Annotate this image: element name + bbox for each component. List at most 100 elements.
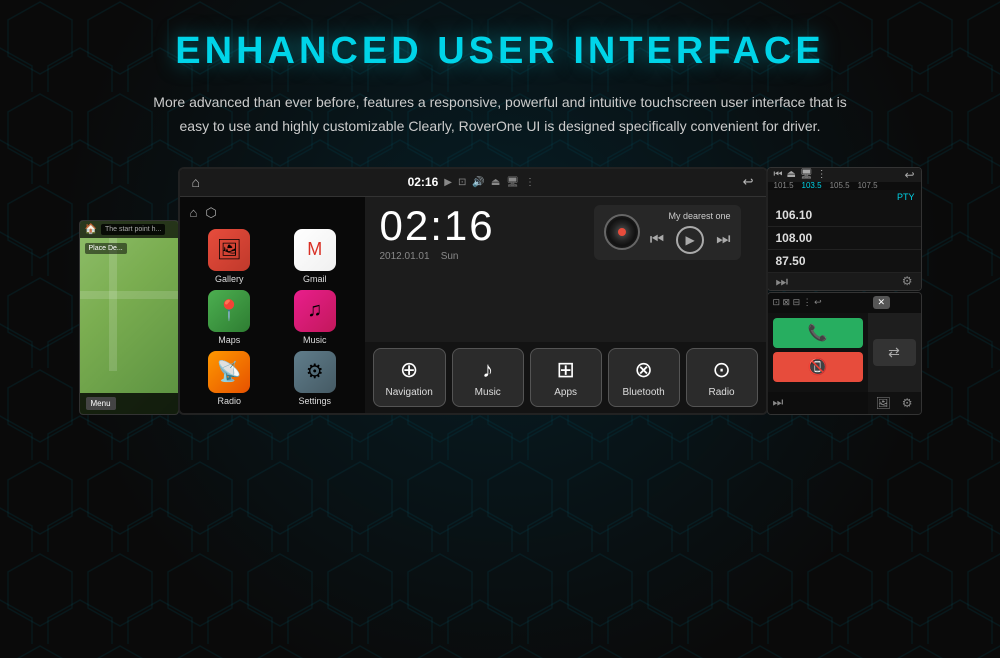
- music-nav-icon: ♪: [482, 357, 493, 383]
- station-1[interactable]: 106.10: [768, 204, 921, 227]
- nav-place-label: Place De...: [85, 243, 127, 254]
- nav-menu-button[interactable]: Menu: [86, 397, 116, 410]
- nav-btn-music[interactable]: ♪ Music: [452, 348, 524, 407]
- nav-btn-bluetooth-label: Bluetooth: [622, 387, 664, 398]
- freq-103: 103.5: [802, 182, 822, 190]
- app-maps[interactable]: 📍 Maps: [190, 290, 270, 345]
- media-icon: ▶: [444, 177, 452, 188]
- phone-screen: ⊡ ⊠ ⊟ ⋮ ↩ 📞 📵 ⏭ ✕: [767, 292, 922, 415]
- app-gallery[interactable]: 🖼 Gallery: [190, 229, 270, 284]
- decline-call-button[interactable]: 📵: [773, 352, 863, 382]
- home-small-icon[interactable]: ⌂: [190, 205, 198, 221]
- nav-btn-apps[interactable]: ⊞ Apps: [530, 348, 602, 407]
- phone-swap-button[interactable]: ⇄: [873, 339, 916, 366]
- more-icon[interactable]: ⋮: [525, 177, 535, 188]
- back-icon[interactable]: ↩: [743, 174, 754, 190]
- screens-container: 🏠 The start point h... Place De... Menu …: [0, 167, 1000, 415]
- close-x-icon: ✕: [873, 296, 891, 309]
- nav-home-icon: 🏠: [85, 224, 97, 235]
- station-2[interactable]: 108.00: [768, 227, 921, 250]
- radio-screen: ⏮ ⏏ 🖥 ⋮ ↩ 101.5 103.5 105.5 107.5: [767, 167, 922, 291]
- phone-skip-icon: ⏭: [773, 395, 784, 410]
- display-icon: 🖥: [506, 177, 519, 188]
- radio-more-icon[interactable]: ⋮: [817, 169, 827, 180]
- station-freq-3: 87.50: [776, 254, 913, 268]
- recent-icon[interactable]: ⬡: [205, 205, 216, 221]
- home-icon[interactable]: ⌂: [192, 174, 200, 190]
- app-radio-label: Radio: [217, 396, 241, 406]
- cast-icon: ⊡: [458, 177, 466, 188]
- app-settings-label: Settings: [298, 396, 331, 406]
- main-top-bar: ⌂ 02:16 ▶ ⊡ 🔊 ⏏ 🖥 ⋮ ↩: [180, 169, 766, 197]
- next-button[interactable]: ⏭: [716, 231, 730, 249]
- phone-right-panel: ✕ ⇄ 🖼 ⚙: [868, 293, 921, 414]
- radio-freq-bar: 101.5 103.5 105.5 107.5: [768, 182, 921, 190]
- app-gmail[interactable]: M Gmail: [275, 229, 355, 284]
- app-music-label: Music: [303, 335, 327, 345]
- music-player: My dearest one ⏮ ▶ ⏭: [594, 205, 741, 260]
- main-screen: ⌂ 02:16 ▶ ⊡ 🔊 ⏏ 🖥 ⋮ ↩: [178, 167, 768, 415]
- nav-info-text: The start point h...: [101, 224, 165, 235]
- radio-bottom: ⏭ ⚙: [768, 273, 921, 290]
- app-panel: ⌂ ⬡ 🖼 Gallery M Gmail 📍: [180, 197, 365, 413]
- volume-icon: 🔊: [472, 177, 484, 188]
- accept-call-button[interactable]: 📞: [773, 318, 863, 348]
- radio-next-icon[interactable]: ⏭: [776, 273, 789, 290]
- phone-right-topbar: ✕: [868, 293, 921, 313]
- station-3[interactable]: 87.50: [768, 250, 921, 273]
- radio-top-bar: ⏮ ⏏ 🖥 ⋮ ↩: [768, 168, 921, 182]
- freq-107: 107.5: [858, 182, 878, 190]
- nav-btn-bluetooth[interactable]: ⊗ Bluetooth: [608, 348, 680, 407]
- page-subtitle: More advanced than ever before, features…: [150, 91, 850, 139]
- page-title: ENHANCED USER INTERFACE: [175, 30, 824, 73]
- app-maps-label: Maps: [218, 335, 240, 345]
- pty-badge: PTY: [768, 190, 921, 204]
- freq-105: 105.5: [830, 182, 850, 190]
- phone-top-bar: ⊡ ⊠ ⊟ ⋮ ↩: [768, 293, 868, 313]
- radio-settings-icon[interactable]: ⚙: [902, 274, 913, 288]
- radio-stations: 106.10 108.00 87.50: [768, 204, 921, 273]
- phone-call-area: 📞 📵: [768, 313, 868, 392]
- apps-icon: ⊞: [556, 357, 574, 383]
- navigation-screen: 🏠 The start point h... Place De... Menu: [79, 220, 179, 415]
- nav-btn-navigation-label: Navigation: [386, 387, 433, 398]
- phone-settings-icon[interactable]: ⚙: [902, 396, 913, 410]
- eject-icon: ⏏: [491, 177, 500, 188]
- right-screens: ⏮ ⏏ 🖥 ⋮ ↩ 101.5 103.5 105.5 107.5: [767, 167, 922, 415]
- station-freq-1: 106.10: [776, 208, 913, 222]
- status-time: 02:16: [408, 175, 439, 189]
- nav-btn-radio[interactable]: ⊙ Radio: [686, 348, 758, 407]
- music-controls: My dearest one ⏮ ▶ ⏭: [650, 211, 731, 254]
- phone-bottom-bar: 🖼 ⚙: [868, 392, 921, 414]
- center-content: 02:16 2012.01.01 Sun: [365, 197, 766, 413]
- phone-gallery-icon: 🖼: [876, 396, 891, 410]
- nav-btn-apps-label: Apps: [554, 387, 577, 398]
- clock-date: 2012.01.01 Sun: [380, 251, 495, 262]
- phone-icons: ⊡ ⊠ ⊟ ⋮ ↩: [773, 297, 822, 308]
- nav-btn-navigation[interactable]: ⊕ Navigation: [373, 348, 446, 407]
- app-music[interactable]: ♫ Music: [275, 290, 355, 345]
- bluetooth-icon: ⊗: [634, 357, 652, 383]
- radio-eject-icon: ⏏: [787, 169, 796, 180]
- freq-101: 101.5: [774, 182, 794, 190]
- prev-button[interactable]: ⏮: [650, 231, 664, 249]
- app-settings[interactable]: ⚙ Settings: [275, 351, 355, 406]
- radio-icon: ⊙: [712, 357, 730, 383]
- phone-options: ⇄: [868, 313, 921, 392]
- phone-left-panel: ⊡ ⊠ ⊟ ⋮ ↩ 📞 📵 ⏭: [768, 293, 868, 414]
- radio-back-icon[interactable]: ↩: [904, 168, 914, 182]
- navigation-icon: ⊕: [400, 357, 418, 383]
- app-gmail-label: Gmail: [303, 274, 327, 284]
- app-radio[interactable]: 📡 Radio: [190, 351, 270, 406]
- radio-display-icon: 🖥: [800, 169, 813, 180]
- vinyl-disc: [604, 214, 640, 250]
- clock-time: 02:16: [380, 205, 495, 247]
- vinyl-center: [618, 228, 626, 236]
- app-gallery-label: Gallery: [215, 274, 244, 284]
- station-freq-2: 108.00: [776, 231, 913, 245]
- nav-btn-music-label: Music: [475, 387, 501, 398]
- clock-area: 02:16 2012.01.01 Sun: [365, 197, 766, 271]
- nav-btn-radio-label: Radio: [708, 387, 734, 398]
- play-button[interactable]: ▶: [676, 226, 704, 254]
- radio-prev-icon[interactable]: ⏮: [774, 169, 783, 180]
